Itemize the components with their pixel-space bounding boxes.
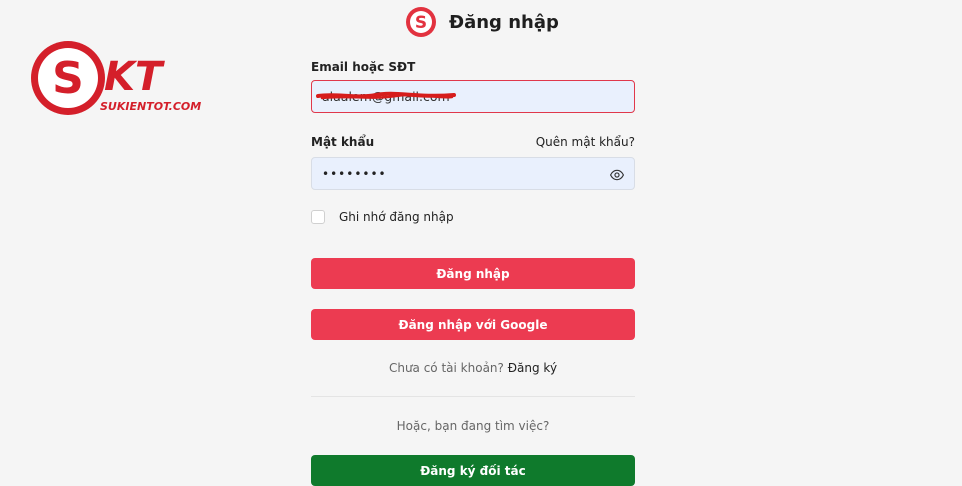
watermark-letters-kt: KT	[104, 54, 165, 100]
no-account-text: Chưa có tài khoản?	[388, 361, 504, 375]
password-label: Mật khẩu	[311, 135, 375, 149]
page-title: Đăng nhập	[449, 11, 559, 33]
jobseeker-prompt: Hoặc, bạn đang tìm việc?	[396, 419, 550, 433]
divider	[311, 396, 635, 397]
watermark-letter-s: S	[52, 53, 84, 104]
page-header: S Đăng nhập	[405, 5, 559, 39]
password-value: ••••••••	[322, 166, 387, 181]
email-label: Email hoặc SĐT	[311, 60, 416, 74]
forgot-password-link[interactable]: Quên mật khẩu?	[536, 135, 635, 149]
email-field[interactable]: alaalem@gmail.com	[311, 80, 635, 113]
signup-link[interactable]: Đăng ký	[508, 361, 557, 375]
signup-prompt: Chưa có tài khoản? Đăng ký	[311, 361, 635, 375]
remember-me[interactable]: Ghi nhớ đăng nhập	[311, 210, 454, 224]
redaction-scribble	[316, 91, 456, 100]
watermark-site: SUKIENTOT.COM	[100, 100, 201, 113]
login-button[interactable]: Đăng nhập	[311, 258, 635, 289]
remember-label: Ghi nhớ đăng nhập	[339, 210, 454, 224]
google-login-button[interactable]: Đăng nhập với Google	[311, 309, 635, 340]
eye-icon[interactable]	[609, 167, 625, 181]
remember-checkbox[interactable]	[311, 210, 325, 224]
password-field[interactable]: ••••••••	[311, 157, 635, 190]
partner-signup-button[interactable]: Đăng ký đối tác	[311, 455, 635, 486]
skt-watermark-logo: S KT SUKIENTOT.COM	[28, 38, 214, 120]
brand-s-logo-icon: S	[405, 6, 437, 38]
svg-text:S: S	[415, 13, 427, 33]
